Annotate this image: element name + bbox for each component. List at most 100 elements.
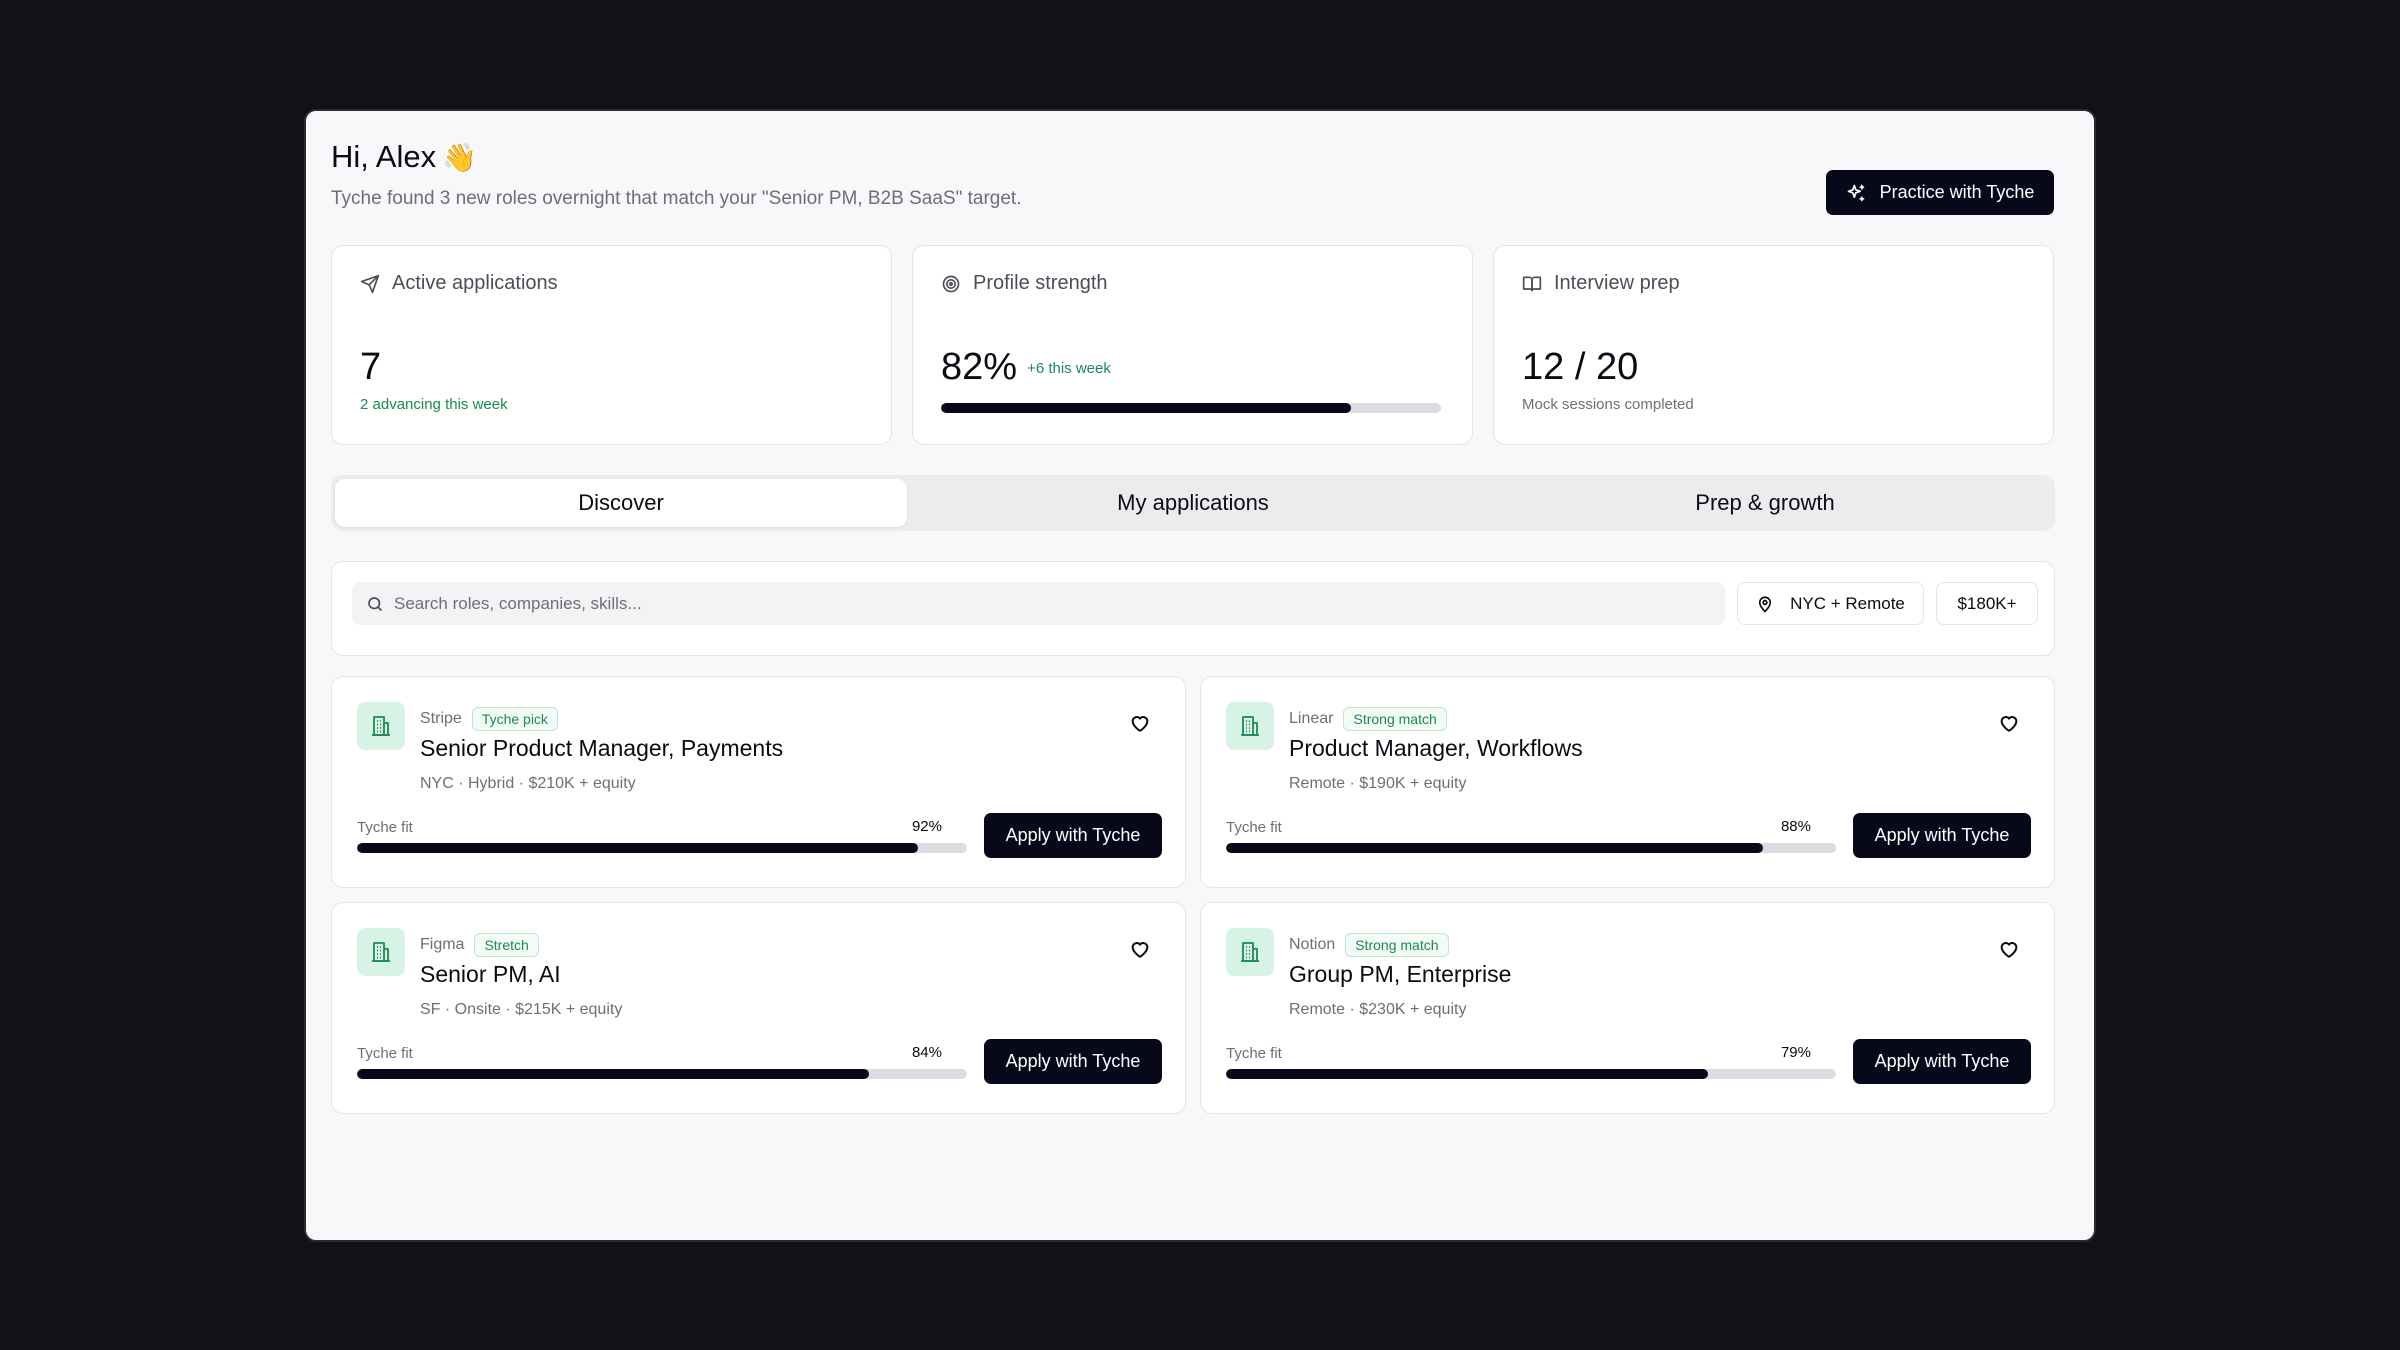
stat-note: 2 advancing this week <box>360 396 508 413</box>
heart-icon[interactable] <box>1129 712 1151 734</box>
fit-progress <box>357 1069 967 1079</box>
fit-percent: 92% <box>911 818 942 835</box>
main-tabs: Discover My applications Prep & growth <box>331 475 2055 531</box>
job-meta: NYC · Hybrid · $210K + equity <box>420 775 636 792</box>
fit-label: Tyche fit <box>1226 819 1282 836</box>
job-card[interactable]: Linear Strong match Product Manager, Wor… <box>1200 676 2055 888</box>
fit-percent: 79% <box>1780 1044 1811 1061</box>
apply-button-label: Apply with Tyche <box>1874 1051 2010 1071</box>
progress-fill <box>1226 843 1763 853</box>
search-icon <box>368 596 382 611</box>
progress-fill <box>357 1069 870 1079</box>
fit-progress <box>1226 843 1836 853</box>
building-icon <box>372 716 390 736</box>
job-meta: SF · Onsite · $215K + equity <box>420 1001 623 1018</box>
greeting-text: Hi, Alex <box>331 139 437 174</box>
search-input[interactable] <box>394 593 1725 614</box>
company-logo <box>357 928 405 976</box>
search-box <box>352 582 1725 625</box>
apply-button-label: Apply with Tyche <box>1005 825 1141 845</box>
company-row: Linear Strong match <box>1289 707 1447 731</box>
job-title[interactable]: Group PM, Enterprise <box>1289 961 1511 988</box>
fit-label: Tyche fit <box>357 819 413 836</box>
building-icon <box>1241 942 1259 962</box>
match-badge: Strong match <box>1345 933 1449 957</box>
progress-fill <box>941 403 1351 413</box>
target-icon <box>942 275 960 292</box>
profile-strength-progress <box>941 403 1441 413</box>
wave-emoji: 👋 <box>442 141 477 174</box>
company-name: Figma <box>420 936 465 953</box>
company-name: Linear <box>1289 710 1334 727</box>
apply-button-label: Apply with Tyche <box>1005 1051 1141 1071</box>
stat-card-active-applications: Active applications 7 2 advancing this w… <box>331 245 892 445</box>
company-logo <box>1226 928 1274 976</box>
job-card[interactable]: Stripe Tyche pick Senior Product Manager… <box>331 676 1186 888</box>
apply-with-tyche-button[interactable]: Apply with Tyche <box>1853 813 2031 858</box>
company-name: Notion <box>1289 936 1336 953</box>
match-badge: Strong match <box>1343 707 1447 731</box>
fit-label: Tyche fit <box>1226 1045 1282 1062</box>
practice-with-tyche-button[interactable]: Practice with Tyche <box>1826 170 2054 215</box>
company-logo <box>1226 702 1274 750</box>
practice-button-label: Practice with Tyche <box>1879 182 2035 202</box>
stat-value: 7 <box>360 346 382 388</box>
fit-percent: 84% <box>911 1044 942 1061</box>
job-meta: Remote · $230K + equity <box>1289 1001 1467 1018</box>
stat-card-profile-strength: Profile strength 82% +6 this week <box>912 245 1473 445</box>
book-open-icon <box>1522 276 1542 291</box>
apply-with-tyche-button[interactable]: Apply with Tyche <box>984 813 1162 858</box>
stat-delta: +6 this week <box>1027 360 1111 378</box>
salary-filter[interactable]: $180K+ <box>1936 582 2038 625</box>
heart-icon[interactable] <box>1998 712 2020 734</box>
sparkles-icon <box>1847 184 1864 201</box>
tab-my-applications[interactable]: My applications <box>907 479 1479 527</box>
company-row: Stripe Tyche pick <box>420 707 558 731</box>
fit-progress <box>1226 1069 1836 1079</box>
job-card[interactable]: Notion Strong match Group PM, Enterprise… <box>1200 902 2055 1114</box>
match-badge: Tyche pick <box>471 707 558 731</box>
fit-label: Tyche fit <box>357 1045 413 1062</box>
heart-icon[interactable] <box>1129 938 1151 960</box>
progress-fill <box>1226 1069 1708 1079</box>
stat-label-row: Interview prep <box>1522 272 1680 295</box>
job-title[interactable]: Product Manager, Workflows <box>1289 735 1583 762</box>
stat-label: Profile strength <box>973 272 1108 294</box>
greeting-subtitle: Tyche found 3 new roles overnight that m… <box>331 188 1022 209</box>
company-logo <box>357 702 405 750</box>
send-icon <box>360 274 380 293</box>
fit-progress <box>357 843 967 853</box>
company-name: Stripe <box>420 710 462 727</box>
job-title[interactable]: Senior PM, AI <box>420 961 561 988</box>
stat-value: 82% <box>941 346 1018 388</box>
stat-label: Interview prep <box>1554 272 1680 294</box>
heart-icon[interactable] <box>1998 938 2020 960</box>
apply-button-label: Apply with Tyche <box>1874 825 2010 845</box>
stat-label-row: Active applications <box>360 272 558 295</box>
stat-label-row: Profile strength <box>941 272 1108 295</box>
greeting-heading: Hi, Alex 👋 <box>331 139 477 175</box>
tab-discover[interactable]: Discover <box>335 479 907 527</box>
apply-with-tyche-button[interactable]: Apply with Tyche <box>1853 1039 2031 1084</box>
progress-fill <box>357 843 919 853</box>
location-filter-label: NYC + Remote <box>1790 593 1905 613</box>
stat-label: Active applications <box>392 272 558 294</box>
stat-card-interview-prep: Interview prep 12 / 20 Mock sessions com… <box>1493 245 2054 445</box>
location-filter[interactable]: NYC + Remote <box>1737 582 1924 625</box>
map-pin-icon <box>1759 596 1772 613</box>
salary-filter-label: $180K+ <box>1957 593 2017 613</box>
stat-value-row: 82% +6 this week <box>941 346 1111 389</box>
job-meta: Remote · $190K + equity <box>1289 775 1467 792</box>
job-title[interactable]: Senior Product Manager, Payments <box>420 735 783 762</box>
stat-value: 12 / 20 <box>1522 346 1639 388</box>
match-badge: Stretch <box>474 933 539 957</box>
app-window: Hi, Alex 👋 Tyche found 3 new roles overni… <box>304 109 2096 1242</box>
building-icon <box>1241 716 1259 736</box>
tab-prep-growth[interactable]: Prep & growth <box>1479 479 2051 527</box>
building-icon <box>372 942 390 962</box>
fit-percent: 88% <box>1780 818 1811 835</box>
apply-with-tyche-button[interactable]: Apply with Tyche <box>984 1039 1162 1084</box>
company-row: Notion Strong match <box>1289 933 1449 957</box>
job-card[interactable]: Figma Stretch Senior PM, AI SF · Onsite … <box>331 902 1186 1114</box>
stat-note: Mock sessions completed <box>1522 396 1694 413</box>
